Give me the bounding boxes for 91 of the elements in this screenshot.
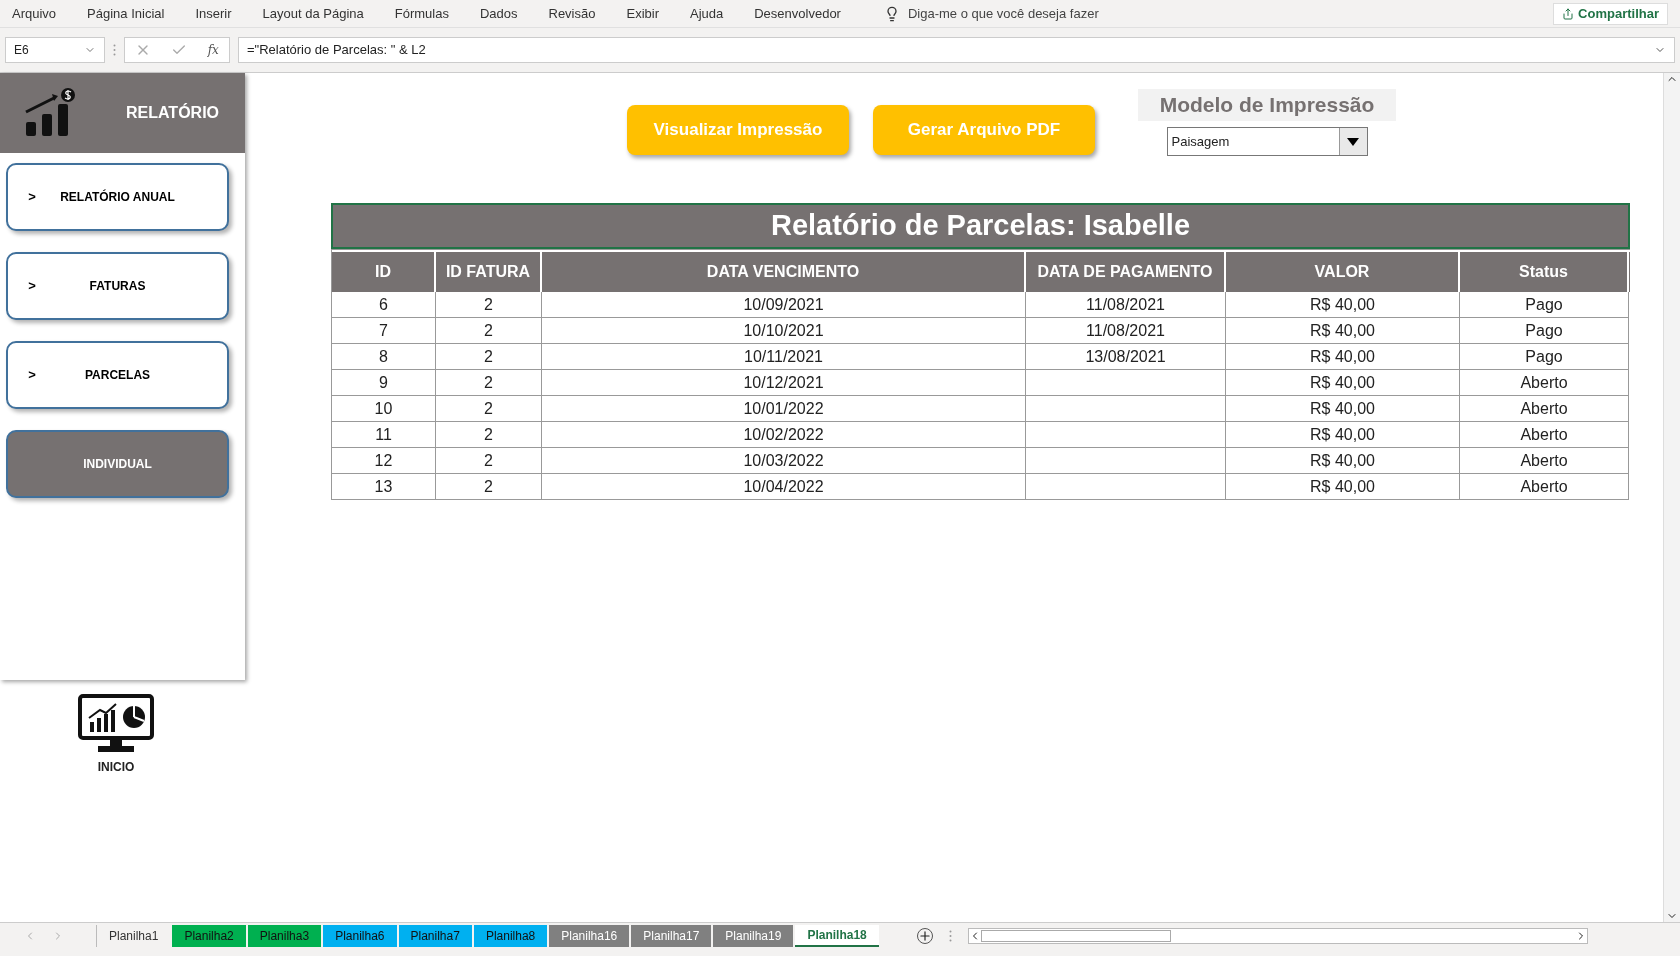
menu-item[interactable]: Layout da Página: [262, 3, 364, 24]
table-cell: 10/01/2022: [542, 396, 1026, 422]
table-cell: 2: [436, 318, 542, 344]
table-cell: 11/08/2021: [1026, 292, 1226, 318]
table-cell: R$ 40,00: [1226, 396, 1460, 422]
grip-icon: [948, 929, 952, 942]
sheet-tab[interactable]: Planilha7: [398, 924, 472, 947]
sheet-tab[interactable]: Planilha16: [549, 924, 630, 947]
table-cell: 2: [436, 422, 542, 448]
table-cell: R$ 40,00: [1226, 370, 1460, 396]
print-model-dropdown[interactable]: Paisagem: [1166, 127, 1368, 156]
sidebar-title: RELATÓRIO: [126, 102, 220, 123]
table-cell: 7: [332, 318, 436, 344]
nav-button[interactable]: INDIVIDUAL: [6, 430, 229, 498]
scroll-thumb[interactable]: [980, 929, 1171, 942]
table-cell: R$ 40,00: [1226, 422, 1460, 448]
sheet-tab[interactable]: Planilha3: [247, 924, 322, 947]
table-cell: 8: [332, 344, 436, 370]
nav-button[interactable]: > PARCELAS: [6, 341, 229, 409]
table-cell: Aberto: [1460, 422, 1629, 448]
sheet-tab[interactable]: Planilha17: [631, 924, 712, 947]
formula-field[interactable]: ="Relatório de Parcelas: " & L2: [238, 37, 1675, 63]
table-cell: 12: [332, 448, 436, 474]
table-cell: 2: [436, 370, 542, 396]
table-cell: 10/10/2021: [542, 318, 1026, 344]
menu-item[interactable]: Arquivo: [12, 3, 57, 24]
menu-item[interactable]: Dados: [479, 3, 518, 24]
table-cell: 10/02/2022: [542, 422, 1026, 448]
sheet-tab[interactable]: Planilha18: [795, 924, 879, 947]
table-cell: 11/08/2021: [1026, 318, 1226, 344]
menu-item[interactable]: Fórmulas: [394, 3, 449, 24]
table-cell: 13/08/2021: [1026, 344, 1226, 370]
table-cell: Aberto: [1460, 396, 1629, 422]
home-label: INICIO: [97, 759, 135, 776]
menu-item[interactable]: Ajuda: [690, 3, 724, 24]
table-cell: 10/12/2021: [542, 370, 1026, 396]
table-cell: 2: [436, 396, 542, 422]
table-cell: R$ 40,00: [1226, 344, 1460, 370]
sheet-tab[interactable]: Planilha1: [96, 924, 171, 947]
table-cell: Aberto: [1460, 370, 1629, 396]
tell-me-field[interactable]: Diga-me o que você deseja fazer: [907, 3, 1099, 24]
monitor-chart-icon[interactable]: [78, 694, 154, 754]
sheet-tab[interactable]: Planilha6: [323, 924, 397, 947]
table-cell: Pago: [1460, 292, 1629, 318]
table-cell: R$ 40,00: [1226, 318, 1460, 344]
share-icon: [1562, 7, 1575, 20]
nav-button[interactable]: > FATURAS: [6, 252, 229, 320]
menu-item[interactable]: Desenvolvedor: [754, 3, 841, 24]
menu-item[interactable]: Revisão: [548, 3, 596, 24]
table-cell: R$ 40,00: [1226, 292, 1460, 318]
table-cell: Pago: [1460, 344, 1629, 370]
name-box[interactable]: E6: [5, 37, 105, 63]
horizontal-scrollbar[interactable]: [967, 927, 1588, 944]
dropdown-arrow-icon: [1347, 137, 1359, 146]
table-cell: 10: [332, 396, 436, 422]
column-header: Status: [1460, 252, 1629, 292]
table-cell: Aberto: [1460, 448, 1629, 474]
table-cell: 2: [436, 474, 542, 500]
column-header: ID FATURA: [436, 252, 542, 292]
table-cell: 10/04/2022: [542, 474, 1026, 500]
menu-item[interactable]: Inserir: [195, 3, 232, 24]
sheet-tab[interactable]: Planilha2: [172, 924, 246, 947]
column-header: ID: [332, 252, 436, 292]
table-cell: Pago: [1460, 318, 1629, 344]
table-cell: 10/03/2022: [542, 448, 1026, 474]
table-cell: 10/11/2021: [542, 344, 1026, 370]
menu-item[interactable]: Página Inicial: [87, 3, 165, 24]
column-header: DATA DE PAGAMENTO: [1026, 252, 1226, 292]
column-header: DATA VENCIMENTO: [542, 252, 1026, 292]
table-cell: 2: [436, 292, 542, 318]
table-cell: 2: [436, 448, 542, 474]
table-cell: 11: [332, 422, 436, 448]
table-cell: 2: [436, 344, 542, 370]
table-cell: 10/09/2021: [542, 292, 1026, 318]
table-cell: R$ 40,00: [1226, 474, 1460, 500]
insert-function-button[interactable]: fx: [207, 41, 219, 59]
report-title: Relatório de Parcelas: Isabelle: [333, 205, 1628, 247]
table-cell: 9: [332, 370, 436, 396]
grip-icon: [113, 44, 116, 56]
sheet-tab[interactable]: Planilha8: [473, 924, 548, 947]
table-cell: Aberto: [1460, 474, 1629, 500]
share-button[interactable]: Compartilhar: [1553, 2, 1668, 25]
table-cell: 13: [332, 474, 436, 500]
nav-button[interactable]: > RELATÓRIO ANUAL: [6, 163, 229, 231]
table-cell: 6: [332, 292, 436, 318]
menu-item[interactable]: Exibir: [626, 3, 659, 24]
print-model-label: Modelo de Impressão: [1138, 89, 1396, 121]
sheet-tab[interactable]: Planilha19: [713, 924, 794, 947]
table-cell: R$ 40,00: [1226, 448, 1460, 474]
column-header: VALOR: [1226, 252, 1460, 292]
chart-dollar-icon: [24, 88, 78, 138]
